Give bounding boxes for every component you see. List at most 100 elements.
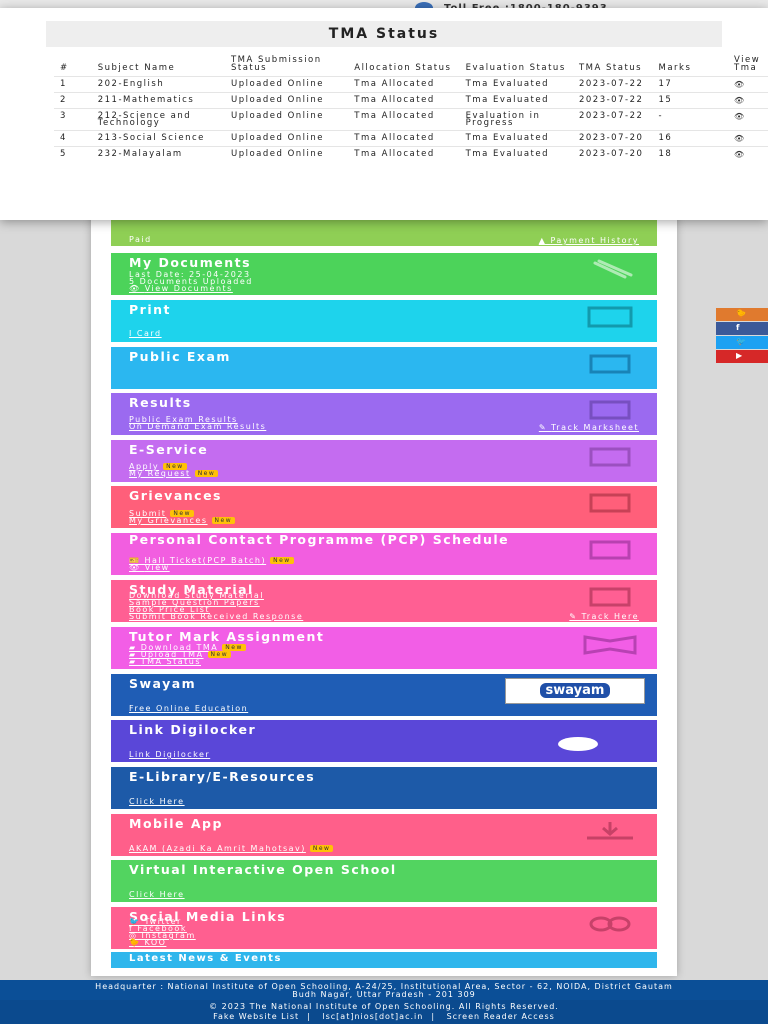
tile-social-media-links[interactable]: Social Media Links 🐦 Twitter f Facebook … (111, 907, 657, 949)
side-facebook-button[interactable]: f (716, 322, 768, 335)
cell-marks: 15 (652, 92, 729, 109)
cell-evaluation: Tma Evaluated (459, 92, 573, 109)
side-koo-button[interactable]: 🐤 (716, 308, 768, 321)
new-badge: New (309, 845, 334, 852)
view-tma-button[interactable]: 👁 (728, 108, 768, 131)
my-grievances-link[interactable]: My Grievances New (129, 517, 236, 525)
view-tma-button[interactable]: 👁 (728, 76, 768, 93)
table-row: 5 232-Malayalam Uploaded Online Tma Allo… (54, 146, 768, 162)
cell-num: 5 (54, 146, 92, 162)
cell-submission: Uploaded Online (224, 146, 349, 162)
cell-marks: 16 (652, 130, 729, 147)
paperclip-icon (593, 259, 633, 279)
cell-tma-status: 2023-07-20 (572, 146, 653, 162)
twitter-icon: 🐦 (736, 337, 746, 346)
side-youtube-button[interactable]: ▶ (716, 350, 768, 363)
koo-link[interactable]: 🐤 KOO (129, 939, 196, 947)
cell-tma-status: 2023-07-22 (572, 76, 653, 93)
col-header-allocation: Allocation Status (354, 63, 452, 73)
view-pcp-link[interactable]: 👁 View (129, 564, 294, 572)
modal-title: TMA Status (328, 26, 440, 42)
cell-subject: 212-Science and Technology (91, 108, 225, 131)
cell-evaluation: Evaluation in Progress (459, 108, 573, 131)
edit-icon (589, 447, 631, 467)
akam-app-link[interactable]: AKAM (Azadi Ka Amrit Mahotsav) New (129, 845, 334, 853)
tile-tutor-mark-assignment[interactable]: Tutor Mark Assignment ▰ Download TMA New … (111, 627, 657, 669)
facebook-icon: f (736, 323, 740, 332)
cell-subject: 202-English (91, 76, 225, 93)
my-request-link[interactable]: My Request New (129, 470, 219, 478)
tile-title: My Documents (129, 255, 252, 270)
cell-submission: Uploaded Online (224, 130, 349, 147)
tma-status-modal: TMA Status # Subject Name TMA Submission… (0, 8, 768, 220)
track-marksheet-link[interactable]: ✎ Track Marksheet (539, 423, 639, 432)
cell-submission: Uploaded Online (224, 76, 349, 93)
tile-title: Grievances (129, 488, 222, 503)
tile-link-digilocker[interactable]: Link Digilocker Link Digilocker (111, 720, 657, 762)
screen-reader-access-link[interactable]: Screen Reader Access (447, 1012, 555, 1021)
cell-marks: - (652, 108, 729, 131)
col-header-marks: Marks (658, 63, 692, 73)
cell-marks: 17 (652, 76, 729, 93)
tile-e-library[interactable]: E-Library/E-Resources Click Here (111, 767, 657, 809)
cell-allocation: Tma Allocated (348, 76, 460, 93)
side-twitter-button[interactable]: 🐦 (716, 336, 768, 349)
email-link[interactable]: lsc[at]nios[dot]ac.in (322, 1012, 423, 1021)
tile-title: E-Service (129, 442, 209, 457)
link-digilocker-link[interactable]: Link Digilocker (129, 751, 210, 759)
view-tma-button[interactable]: 👁 (728, 146, 768, 162)
tile-e-service[interactable]: E-Service Apply New My Request New (111, 440, 657, 482)
on-demand-results-link[interactable]: On Demand Exam Results (129, 423, 266, 431)
tile-fee[interactable]: Paid ▲ Payment History (111, 220, 657, 246)
view-tma-button[interactable]: 👁 (728, 92, 768, 109)
edit-icon (589, 493, 631, 513)
col-header-submission: TMA Submission Status (230, 55, 322, 73)
tma-status-table: # Subject Name TMA Submission Status All… (54, 56, 768, 162)
tile-my-documents[interactable]: My Documents Last Date: 25-04-2023 5 Doc… (111, 253, 657, 295)
cell-allocation: Tma Allocated (348, 146, 460, 162)
tile-results[interactable]: Results Public Exam Results On Demand Ex… (111, 393, 657, 435)
tile-latest-news[interactable]: Latest News & Events (111, 952, 657, 968)
cell-tma-status: 2023-07-20 (572, 130, 653, 147)
cell-num: 1 (54, 76, 92, 93)
table-row: 2 211-Mathematics Uploaded Online Tma Al… (54, 92, 768, 109)
tile-virtual-open-school[interactable]: Virtual Interactive Open School Click He… (111, 860, 657, 902)
footer-headquarter: Headquarter : National Institute of Open… (0, 980, 768, 1000)
headquarter-address: Headquarter : National Institute of Open… (95, 982, 673, 999)
new-badge: New (222, 644, 246, 651)
eye-icon: 👁 (734, 96, 746, 105)
table-header-row: # Subject Name TMA Submission Status All… (54, 56, 768, 77)
payment-history-link[interactable]: ▲ Payment History (539, 236, 639, 245)
cell-allocation: Tma Allocated (348, 108, 460, 131)
tile-print[interactable]: Print I Card (111, 300, 657, 342)
koo-icon: 🐤 (736, 309, 746, 318)
footer-bottom: © 2023 The National Institute of Open Sc… (0, 1000, 768, 1024)
tile-swayam[interactable]: Swayam swayam Free Online Education (111, 674, 657, 716)
book-icon (589, 354, 631, 374)
tile-study-material[interactable]: Study Material Download Study Material S… (111, 580, 657, 622)
view-tma-button[interactable]: 👁 (728, 130, 768, 147)
tile-public-exam[interactable]: Public Exam (111, 347, 657, 389)
tile-title: Public Exam (129, 349, 231, 364)
tile-mobile-app[interactable]: Mobile App AKAM (Azadi Ka Amrit Mahotsav… (111, 814, 657, 856)
vios-click-here-link[interactable]: Click Here (129, 891, 185, 899)
elibrary-click-here-link[interactable]: Click Here (129, 798, 185, 806)
cell-evaluation: Tma Evaluated (459, 130, 573, 147)
cell-tma-status: 2023-07-22 (572, 108, 653, 131)
tile-pcp-schedule[interactable]: Personal Contact Programme (PCP) Schedul… (111, 533, 657, 575)
tma-status-link[interactable]: ▰ TMA Status (129, 658, 246, 666)
col-header-subject: Subject Name (97, 63, 176, 73)
download-icon (587, 822, 633, 840)
book-icon (589, 587, 631, 607)
cell-subject: 213-Social Science (91, 130, 225, 147)
submit-book-response-link[interactable]: Submit Book Received Response (129, 613, 303, 621)
cell-subject: 232-Malayalam (91, 146, 225, 162)
fake-website-list-link[interactable]: Fake Website List (213, 1012, 299, 1021)
tile-grievances[interactable]: Grievances Submit New My Grievances New (111, 486, 657, 528)
track-here-link[interactable]: ✎ Track Here (569, 612, 639, 621)
icard-link[interactable]: I Card (129, 330, 162, 338)
col-header-view: View Tma (734, 55, 761, 73)
view-documents-link[interactable]: 👁 View Documents (129, 285, 253, 293)
cell-allocation: Tma Allocated (348, 92, 460, 109)
free-online-education-link[interactable]: Free Online Education (129, 705, 248, 713)
